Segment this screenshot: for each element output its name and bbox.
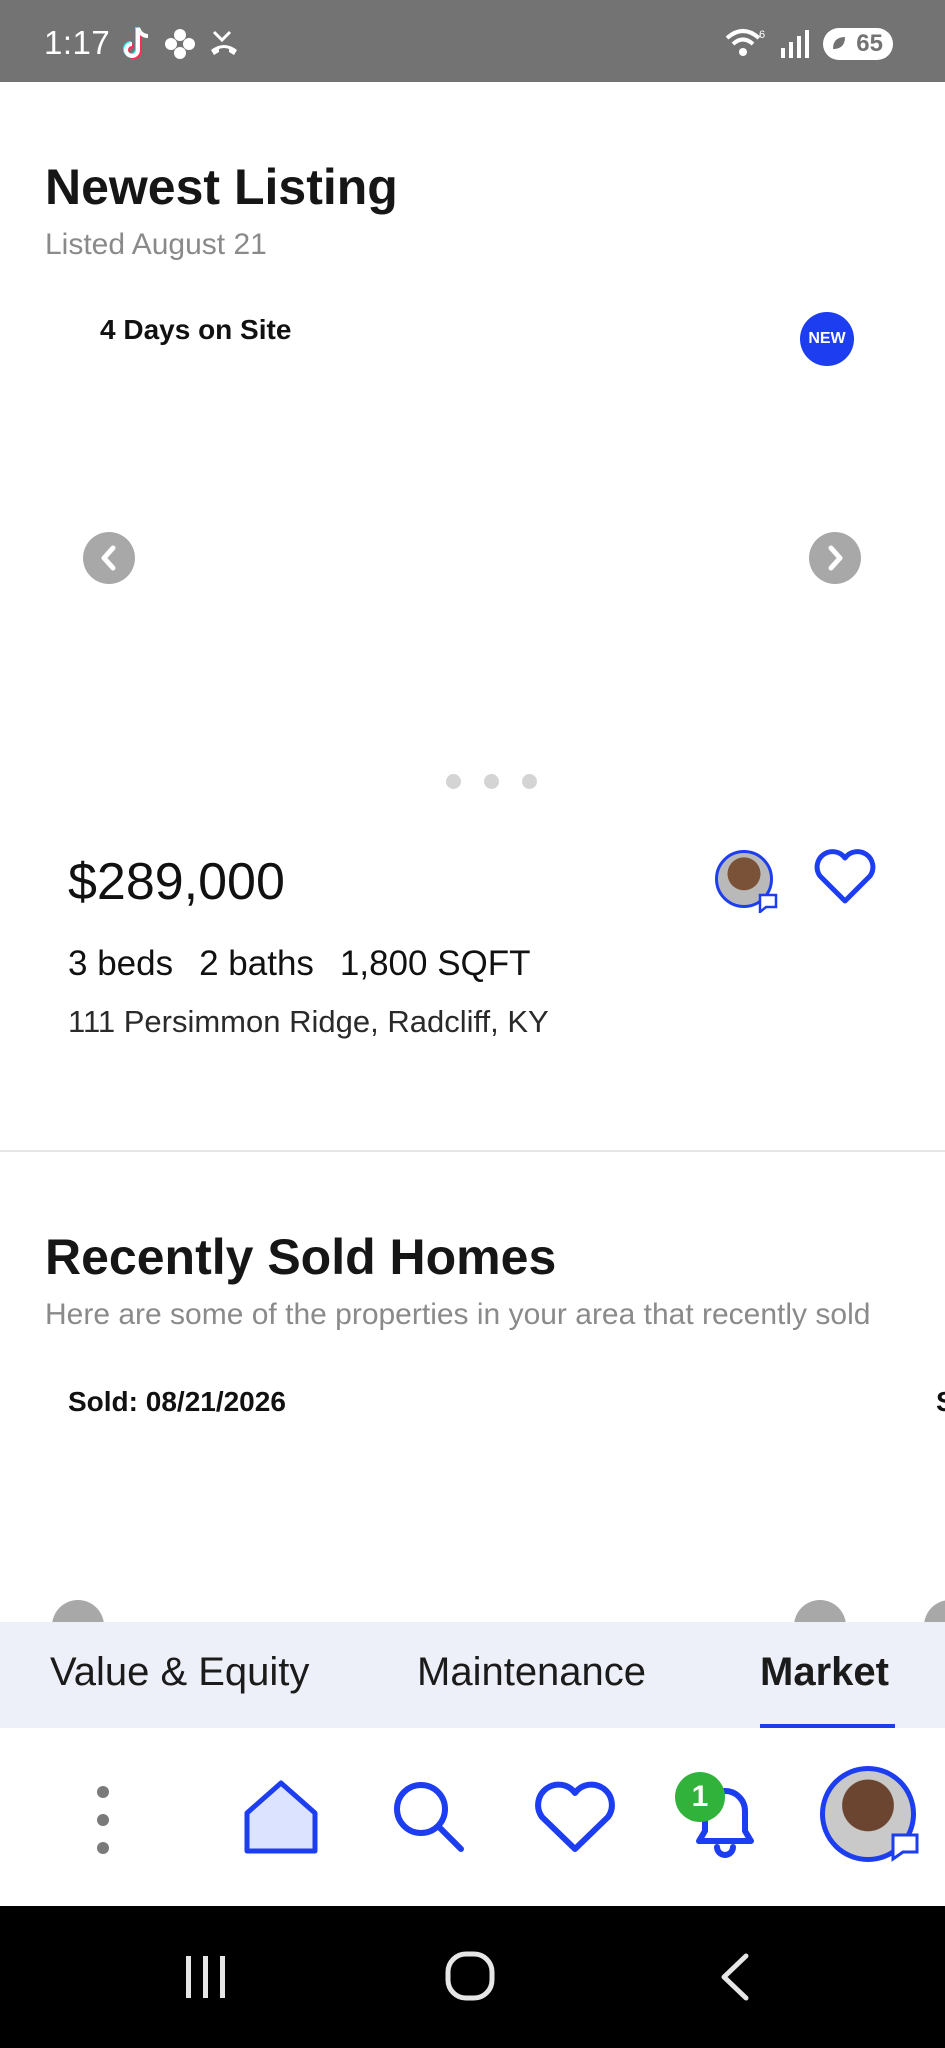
carousel-dot[interactable] xyxy=(484,774,499,789)
new-badge: NEW xyxy=(800,312,854,366)
heart-icon xyxy=(535,1781,615,1852)
chevron-right-icon xyxy=(828,545,843,571)
more-vertical-icon xyxy=(97,1786,109,1854)
agent-avatar-button[interactable] xyxy=(715,850,778,913)
battery-level: 65 xyxy=(856,30,883,57)
newest-listing-subtitle: Listed August 21 xyxy=(45,228,267,261)
baths-count: 2 baths xyxy=(199,944,314,983)
home-button[interactable] xyxy=(444,1950,496,2002)
section-divider xyxy=(0,1150,945,1152)
more-menu-button[interactable] xyxy=(78,1780,128,1860)
sqft-value: 1,800 SQFT xyxy=(339,944,531,983)
wifi-icon: 6 xyxy=(725,29,765,56)
recently-sold-subtitle: Here are some of the properties in your … xyxy=(45,1298,871,1331)
carousel-dots[interactable] xyxy=(446,774,537,789)
signal-icon xyxy=(781,30,809,58)
newest-listing-title: Newest Listing xyxy=(45,159,398,215)
nav-favorites[interactable] xyxy=(530,1774,620,1860)
beds-count: 3 beds xyxy=(68,944,174,983)
pinwheel-icon xyxy=(165,29,195,59)
days-on-site: 4 Days on Site xyxy=(100,314,292,345)
listing-address: 111 Persimmon Ridge, Radcliff, KY xyxy=(68,1004,549,1039)
tiktok-icon xyxy=(123,27,149,59)
status-left-icons xyxy=(120,24,240,64)
home-icon xyxy=(244,1780,318,1854)
tab-market[interactable]: Market xyxy=(760,1650,889,1695)
search-icon xyxy=(394,1782,464,1852)
notification-count-badge: 1 xyxy=(675,1772,725,1822)
nav-home[interactable] xyxy=(236,1774,326,1860)
carousel-dot[interactable] xyxy=(446,774,461,789)
sold-date-next-card: S xyxy=(936,1386,945,1418)
tab-maintenance[interactable]: Maintenance xyxy=(417,1650,646,1695)
battery-icon: 65 xyxy=(823,28,893,60)
listing-specs: 3 beds 2 baths 1,800 SQFT xyxy=(68,944,531,984)
carousel-next-button[interactable] xyxy=(809,532,861,584)
back-button[interactable] xyxy=(716,1952,756,2002)
carousel-dot[interactable] xyxy=(522,774,537,789)
favorite-heart-icon[interactable] xyxy=(812,846,878,906)
system-nav-bar xyxy=(0,1906,945,2048)
bottom-nav xyxy=(0,1728,945,1906)
tab-value-equity[interactable]: Value & Equity xyxy=(50,1650,309,1695)
chevron-left-icon xyxy=(101,545,116,571)
recent-apps-button[interactable] xyxy=(182,1954,230,2000)
chat-icon xyxy=(758,893,778,913)
status-time: 1:17 xyxy=(44,24,111,61)
status-bar: 1:17 6 65 xyxy=(0,0,945,82)
recently-sold-title: Recently Sold Homes xyxy=(45,1229,557,1285)
status-right-icons: 6 65 xyxy=(725,24,893,64)
svg-text:6: 6 xyxy=(759,29,765,41)
profile-chat-icon xyxy=(891,1833,919,1862)
listing-price: $289,000 xyxy=(68,853,285,911)
missed-call-icon xyxy=(211,30,237,55)
sold-date: Sold: 08/21/2026 xyxy=(68,1386,286,1417)
nav-search[interactable] xyxy=(386,1774,472,1860)
carousel-prev-button[interactable] xyxy=(83,532,135,584)
